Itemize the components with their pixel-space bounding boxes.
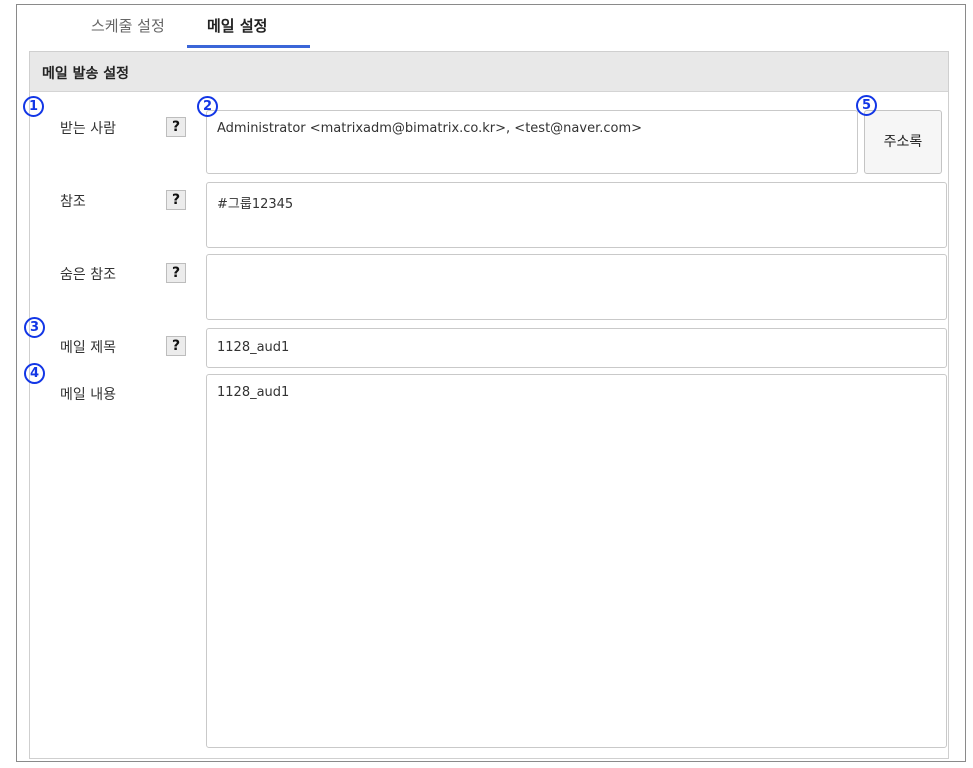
recipients-help-button[interactable]: ? xyxy=(166,117,186,137)
mail-settings-page: 스케줄 설정 메일 설정 메일 발송 설정 받는 사람 ? Administra… xyxy=(0,0,973,768)
active-tab-indicator xyxy=(187,45,310,48)
body-field[interactable]: 1128_aud1 xyxy=(206,374,947,748)
cc-label: 참조 xyxy=(60,194,86,210)
tab-schedule-settings[interactable]: 스케줄 설정 xyxy=(91,15,165,36)
recipients-field[interactable]: Administrator <matrixadm@bimatrix.co.kr>… xyxy=(206,110,858,174)
bcc-field[interactable] xyxy=(206,254,947,320)
annotation-marker-5: 5 xyxy=(856,95,877,116)
subject-help-button[interactable]: ? xyxy=(166,336,186,356)
subject-label: 메일 제목 xyxy=(60,340,116,356)
annotation-marker-1: 1 xyxy=(23,96,44,117)
cc-field[interactable]: #그룹12345 xyxy=(206,182,947,248)
settings-frame: 스케줄 설정 메일 설정 메일 발송 설정 받는 사람 ? Administra… xyxy=(16,4,966,762)
tab-mail-settings[interactable]: 메일 설정 xyxy=(207,15,267,36)
cc-help-button[interactable]: ? xyxy=(166,190,186,210)
body-label: 메일 내용 xyxy=(60,387,116,403)
subject-field[interactable]: 1128_aud1 xyxy=(206,328,947,368)
annotation-marker-4: 4 xyxy=(24,363,45,384)
mail-send-settings-panel: 메일 발송 설정 받는 사람 ? Administrator <matrixad… xyxy=(29,51,949,759)
address-book-button[interactable]: 주소록 xyxy=(864,110,942,174)
annotation-marker-2: 2 xyxy=(197,96,218,117)
panel-title: 메일 발송 설정 xyxy=(42,66,130,82)
annotation-marker-3: 3 xyxy=(24,317,45,338)
bcc-label: 숨은 참조 xyxy=(60,267,116,283)
bcc-help-button[interactable]: ? xyxy=(166,263,186,283)
tab-bar: 스케줄 설정 메일 설정 xyxy=(17,5,965,48)
panel-header: 메일 발송 설정 xyxy=(30,52,948,92)
recipients-label: 받는 사람 xyxy=(60,121,116,137)
